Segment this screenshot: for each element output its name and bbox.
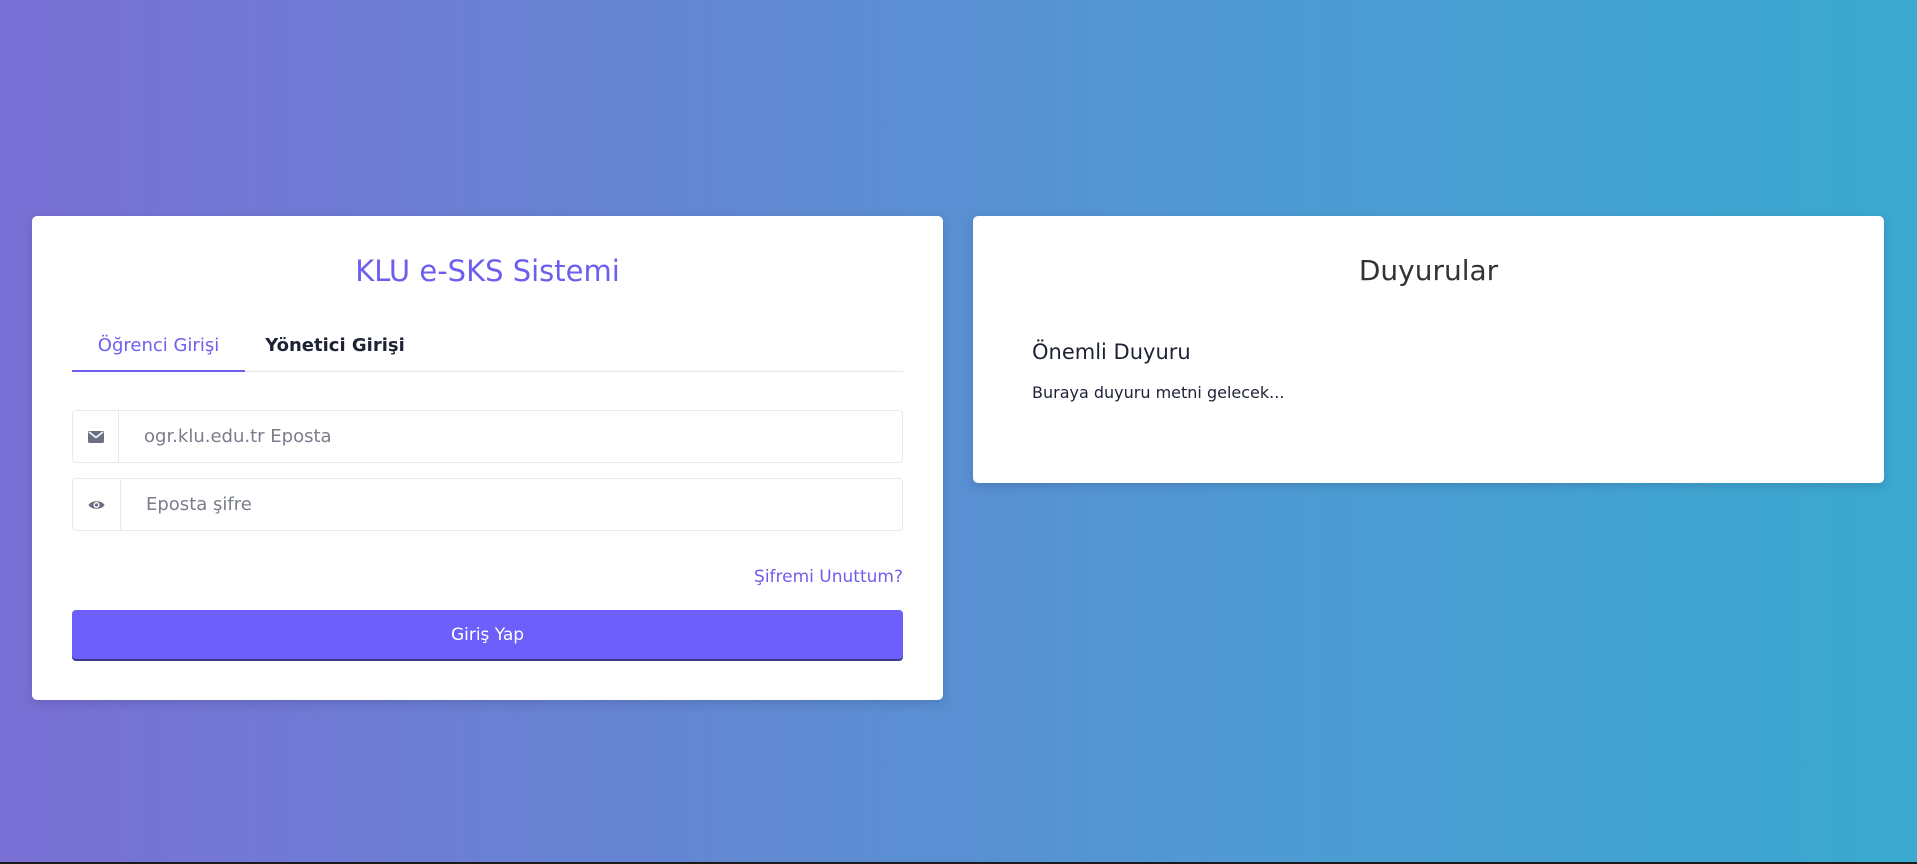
password-input[interactable]: [121, 479, 902, 530]
login-title: KLU e-SKS Sistemi: [355, 254, 620, 288]
login-button[interactable]: Giriş Yap: [72, 610, 903, 659]
email-input-group: [72, 410, 903, 463]
announcements-title: Duyurular: [1358, 254, 1499, 287]
password-input-group: [72, 478, 903, 531]
announcement-item-title: Önemli Duyuru: [1032, 340, 1191, 364]
envelope-icon: [73, 411, 119, 462]
tab-student-login[interactable]: Öğrenci Girişi: [72, 324, 245, 372]
tab-admin-login[interactable]: Yönetici Girişi: [245, 324, 425, 370]
forgot-password-link[interactable]: Şifremi Unuttum?: [754, 567, 903, 587]
email-input[interactable]: [119, 411, 902, 462]
login-card: KLU e-SKS Sistemi Öğrenci Girişi Yönetic…: [32, 216, 943, 700]
eye-icon[interactable]: [73, 479, 121, 530]
announcement-item-text: Buraya duyuru metni gelecek...: [1032, 383, 1285, 402]
announcements-card: Duyurular Önemli Duyuru Buraya duyuru me…: [973, 216, 1884, 483]
login-tabs: Öğrenci Girişi Yönetici Girişi: [72, 324, 903, 372]
